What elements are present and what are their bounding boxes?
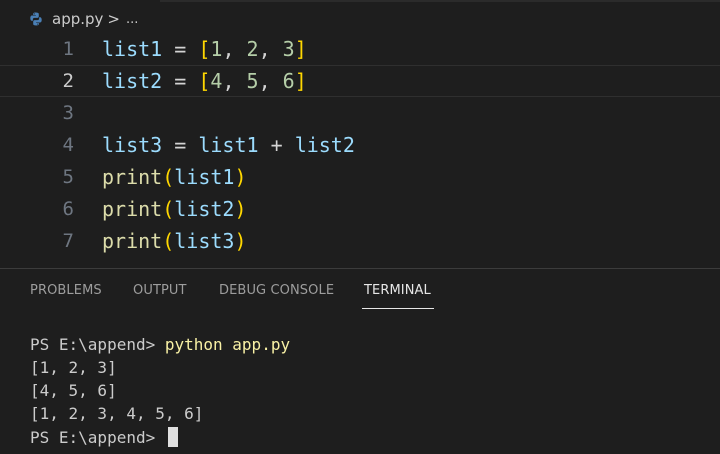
code-text: print(list2) — [102, 197, 247, 221]
terminal-output-line: [1, 2, 3] — [30, 357, 117, 377]
code-token: = — [162, 133, 199, 157]
code-token: [ — [198, 37, 211, 61]
code-line[interactable]: 3 — [0, 97, 720, 129]
code-token: 1 — [210, 37, 223, 61]
line-number: 4 — [62, 134, 74, 156]
code-line[interactable]: 1 list1 = [1, 2, 3] — [0, 33, 720, 65]
tab-terminal[interactable]: TERMINAL — [364, 283, 431, 298]
code-token: ( — [162, 197, 175, 221]
code-token: list3 — [102, 133, 163, 157]
code-token: ] — [294, 37, 307, 61]
code-token: 4 — [210, 69, 223, 93]
code-token: print — [102, 229, 163, 253]
line-number: 2 — [62, 70, 74, 92]
breadcrumb-separator: > — [107, 10, 120, 28]
code-token: + — [258, 133, 295, 157]
code-token: , — [258, 69, 283, 93]
code-token: 5 — [246, 69, 259, 93]
code-token: 2 — [246, 37, 259, 61]
code-token: = — [162, 37, 199, 61]
terminal-input-line[interactable]: PS E:\append> — [30, 426, 178, 448]
code-token: , — [222, 37, 247, 61]
code-text: list2 = [4, 5, 6] — [102, 69, 307, 93]
code-token: ( — [162, 229, 175, 253]
code-line-current[interactable]: 2 list2 = [4, 5, 6] — [0, 65, 720, 97]
code-token: , — [222, 69, 247, 93]
code-token: , — [258, 37, 283, 61]
code-token: list3 — [174, 229, 235, 253]
code-token: = — [162, 69, 199, 93]
code-token: list2 — [174, 197, 235, 221]
terminal-command: python app.py — [164, 334, 291, 354]
terminal-output-line: [1, 2, 3, 4, 5, 6] — [30, 403, 204, 423]
line-number: 1 — [62, 38, 74, 60]
code-token: list1 — [102, 37, 163, 61]
code-line[interactable]: 7 print(list3) — [0, 225, 720, 257]
code-token: list2 — [102, 69, 163, 93]
code-token: [ — [198, 69, 211, 93]
code-line[interactable]: 6 print(list2) — [0, 193, 720, 225]
terminal-command-line: PS E:\append> python app.py — [30, 333, 290, 355]
tab-problems[interactable]: PROBLEMS — [30, 283, 102, 298]
code-token: 3 — [282, 37, 295, 61]
line-number: 7 — [62, 230, 74, 252]
code-token: ] — [294, 69, 307, 93]
code-token: ( — [162, 165, 175, 189]
terminal-prompt: PS E:\append> — [30, 427, 165, 447]
code-token: ) — [234, 165, 247, 189]
code-token: 6 — [282, 69, 295, 93]
code-token: ) — [234, 197, 247, 221]
code-text: print(list1) — [102, 165, 247, 189]
tab-output[interactable]: OUTPUT — [133, 283, 187, 298]
code-token: list1 — [198, 133, 259, 157]
code-text: list3 = list1 + list2 — [102, 133, 355, 157]
breadcrumb-file[interactable]: app.py — [52, 10, 103, 28]
code-token: list1 — [174, 165, 235, 189]
line-number: 5 — [62, 166, 74, 188]
python-icon — [28, 11, 44, 27]
code-editor[interactable]: app.py > ... 1 list1 = [1, 2, 3] 2 list2… — [0, 0, 720, 268]
code-text: print(list3) — [102, 229, 247, 253]
code-token: list2 — [294, 133, 355, 157]
code-line[interactable]: 4 list3 = list1 + list2 — [0, 129, 720, 161]
code-text: list1 = [1, 2, 3] — [102, 37, 307, 61]
line-number: 6 — [62, 198, 74, 220]
editor-top-divider — [160, 0, 720, 2]
breadcrumb: app.py > ... — [28, 8, 138, 30]
terminal-prompt: PS E:\append> — [30, 334, 165, 354]
terminal-output-line: [4, 5, 6] — [30, 380, 117, 400]
terminal[interactable]: PS E:\append> python app.py [1, 2, 3] [4… — [0, 313, 720, 454]
tab-debug-console[interactable]: DEBUG CONSOLE — [219, 283, 334, 298]
active-tab-indicator — [362, 308, 434, 309]
code-token: print — [102, 165, 163, 189]
panel-tabs: PROBLEMS OUTPUT DEBUG CONSOLE TERMINAL — [0, 269, 720, 313]
terminal-cursor — [167, 427, 178, 447]
breadcrumb-ellipsis[interactable]: ... — [126, 12, 138, 27]
line-number: 3 — [62, 102, 74, 124]
code-token: print — [102, 197, 163, 221]
code-line[interactable]: 5 print(list1) — [0, 161, 720, 193]
code-token: ) — [234, 229, 247, 253]
